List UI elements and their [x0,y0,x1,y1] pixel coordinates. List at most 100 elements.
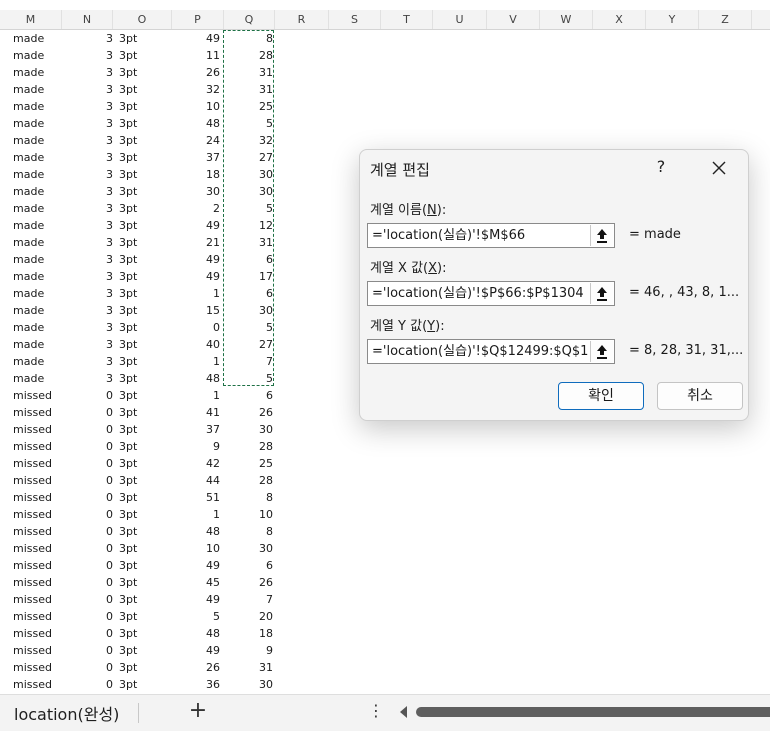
table-row[interactable]: missed 0 3pt 49 6 [0,557,770,574]
cell-p[interactable]: 45 [172,574,220,591]
cell-q[interactable]: 7 [224,591,273,608]
cell-m[interactable]: made [13,200,44,217]
cell-m[interactable]: made [13,149,44,166]
cell-n[interactable]: 3 [62,217,113,234]
cell-p[interactable]: 26 [172,64,220,81]
cell-q[interactable]: 31 [224,64,273,81]
cell-m[interactable]: missed [13,387,52,404]
column-header-z[interactable]: Z [699,10,752,29]
cell-p[interactable]: 51 [172,489,220,506]
column-header-w[interactable]: W [540,10,593,29]
cell-p[interactable]: 11 [172,47,220,64]
cell-o[interactable]: 3pt [119,557,137,574]
cell-o[interactable]: 3pt [119,353,137,370]
cell-n[interactable]: 3 [62,81,113,98]
cell-q[interactable]: 26 [224,574,273,591]
cell-n[interactable]: 3 [62,149,113,166]
table-row[interactable]: missed 0 3pt 36 30 [0,676,770,693]
cell-m[interactable]: made [13,183,44,200]
cell-q[interactable]: 5 [224,319,273,336]
sheet-tab[interactable]: location(완성) [14,701,119,725]
column-header-t[interactable]: T [381,10,433,29]
cell-o[interactable]: 3pt [119,302,137,319]
column-header-q[interactable]: Q [224,10,275,29]
table-row[interactable]: made 3 3pt 26 31 [0,64,770,81]
table-row[interactable]: missed 0 3pt 37 30 [0,421,770,438]
cell-p[interactable]: 2 [172,200,220,217]
cell-q[interactable]: 31 [224,81,273,98]
cell-o[interactable]: 3pt [119,81,137,98]
cell-q[interactable]: 6 [224,387,273,404]
cell-n[interactable]: 0 [62,438,113,455]
cell-m[interactable]: missed [13,608,52,625]
cell-p[interactable]: 37 [172,149,220,166]
cell-n[interactable]: 0 [62,659,113,676]
cell-n[interactable]: 3 [62,336,113,353]
cell-n[interactable]: 0 [62,489,113,506]
cell-o[interactable]: 3pt [119,472,137,489]
cell-o[interactable]: 3pt [119,47,137,64]
cell-o[interactable]: 3pt [119,608,137,625]
cell-m[interactable]: missed [13,676,52,693]
cell-m[interactable]: missed [13,455,52,472]
cell-p[interactable]: 48 [172,625,220,642]
cell-m[interactable]: missed [13,642,52,659]
cell-m[interactable]: made [13,268,44,285]
cell-p[interactable]: 18 [172,166,220,183]
cell-o[interactable]: 3pt [119,319,137,336]
cell-o[interactable]: 3pt [119,30,137,47]
cancel-button[interactable]: 취소 [657,382,743,410]
cell-p[interactable]: 26 [172,659,220,676]
cell-o[interactable]: 3pt [119,455,137,472]
cell-p[interactable]: 10 [172,98,220,115]
cell-n[interactable]: 3 [62,302,113,319]
cell-n[interactable]: 3 [62,268,113,285]
series-x-value[interactable]: ='location(실습)'!$P$66:$P$1304 [372,282,588,305]
cell-p[interactable]: 15 [172,302,220,319]
cell-o[interactable]: 3pt [119,336,137,353]
cell-o[interactable]: 3pt [119,132,137,149]
column-header-x[interactable]: X [593,10,646,29]
cell-m[interactable]: made [13,370,44,387]
cell-q[interactable]: 25 [224,455,273,472]
cell-m[interactable]: missed [13,472,52,489]
collapse-dialog-button[interactable] [590,225,613,246]
table-row[interactable]: missed 0 3pt 49 7 [0,591,770,608]
column-header-n[interactable]: N [62,10,113,29]
cell-m[interactable]: made [13,64,44,81]
cell-n[interactable]: 0 [62,472,113,489]
cell-n[interactable]: 0 [62,574,113,591]
column-header-p[interactable]: P [172,10,224,29]
cell-o[interactable]: 3pt [119,438,137,455]
cell-q[interactable]: 31 [224,659,273,676]
cell-q[interactable]: 20 [224,608,273,625]
cell-m[interactable]: made [13,81,44,98]
more-options-icon[interactable]: ⋮ [368,701,384,720]
cell-p[interactable]: 21 [172,234,220,251]
cell-q[interactable]: 30 [224,302,273,319]
cell-m[interactable]: missed [13,506,52,523]
cell-m[interactable]: missed [13,659,52,676]
column-header-v[interactable]: V [487,10,540,29]
column-header-y[interactable]: Y [646,10,699,29]
cell-m[interactable]: made [13,302,44,319]
cell-p[interactable]: 1 [172,387,220,404]
cell-o[interactable]: 3pt [119,183,137,200]
cell-o[interactable]: 3pt [119,370,137,387]
cell-o[interactable]: 3pt [119,540,137,557]
add-sheet-button[interactable]: + [186,698,210,723]
cell-p[interactable]: 1 [172,353,220,370]
cell-m[interactable]: missed [13,574,52,591]
cell-p[interactable]: 41 [172,404,220,421]
cell-o[interactable]: 3pt [119,625,137,642]
cell-o[interactable]: 3pt [119,217,137,234]
cell-m[interactable]: missed [13,557,52,574]
cell-p[interactable]: 5 [172,608,220,625]
cell-p[interactable]: 40 [172,336,220,353]
cell-n[interactable]: 0 [62,387,113,404]
cell-m[interactable]: made [13,30,44,47]
cell-p[interactable]: 1 [172,506,220,523]
cell-q[interactable]: 5 [224,370,273,387]
cell-n[interactable]: 0 [62,625,113,642]
cell-p[interactable]: 24 [172,132,220,149]
